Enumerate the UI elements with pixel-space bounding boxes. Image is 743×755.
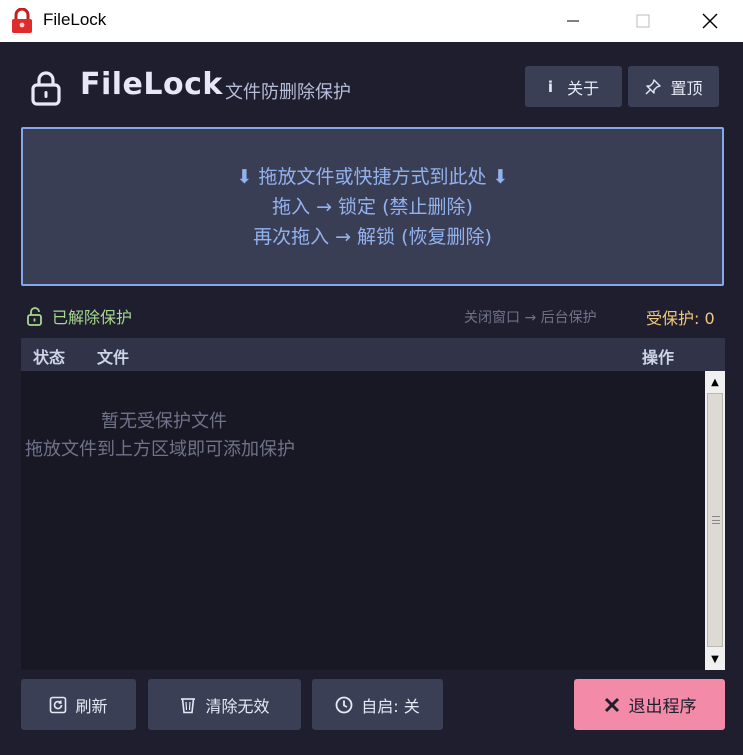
refresh-label: 刷新 (75, 696, 108, 716)
pin-icon (645, 78, 662, 94)
quit-button[interactable]: 退出程序 (574, 679, 725, 730)
protection-status: 已解除保护 (26, 304, 132, 328)
app-lock-icon (12, 8, 32, 33)
column-file: 文件 (97, 348, 130, 367)
grip-icon (712, 516, 720, 524)
app-title: FileLock (80, 67, 223, 102)
quit-label: 退出程序 (628, 697, 697, 717)
autostart-label: 自启: 关 (361, 696, 420, 716)
title-bar: FileLock (0, 0, 743, 42)
scroll-up-arrow-icon[interactable]: ▲ (705, 373, 725, 391)
empty-message: 暂无受保护文件 (101, 411, 227, 432)
minimize-icon (567, 20, 579, 22)
clean-invalid-label: 清除无效 (205, 696, 270, 716)
scrollbar-thumb[interactable] (707, 393, 723, 647)
lock-icon (31, 71, 61, 106)
protection-status-label: 已解除保护 (52, 308, 133, 327)
drop-zone-line-1: ⬇ 拖放文件或快捷方式到此处 ⬇ (236, 165, 509, 188)
column-actions: 操作 (642, 348, 675, 367)
pin-button[interactable]: 置顶 (628, 66, 719, 107)
about-label: 关于 (567, 78, 600, 98)
minimize-button[interactable] (538, 0, 608, 42)
app-subtitle: 文件防删除保护 (225, 82, 351, 103)
close-button[interactable] (676, 0, 743, 42)
info-icon: i (547, 77, 554, 96)
maximize-icon (636, 14, 650, 28)
autostart-toggle-button[interactable]: 自启: 关 (312, 679, 443, 730)
refresh-icon (50, 696, 67, 713)
trash-icon (181, 697, 196, 713)
clock-icon (335, 696, 353, 713)
file-list-scrollbar[interactable]: ▲ ▼ (705, 371, 725, 670)
status-row: 已解除保护 关闭窗口 → 后台保护 受保护: 0 (0, 302, 743, 330)
x-icon (604, 697, 619, 712)
drop-zone-line-3: 再次拖入 → 解锁 (恢复删除) (253, 225, 492, 248)
column-status: 状态 (33, 348, 66, 367)
refresh-button[interactable]: 刷新 (21, 679, 136, 730)
maximize-button[interactable] (608, 0, 678, 42)
drop-zone[interactable]: ⬇ 拖放文件或快捷方式到此处 ⬇ 拖入 → 锁定 (禁止删除) 再次拖入 → 解… (21, 127, 724, 286)
table-header: 状态 文件 操作 (21, 338, 725, 371)
empty-hint: 拖放文件到上方区域即可添加保护 (25, 439, 295, 460)
file-list[interactable]: 暂无受保护文件 拖放文件到上方区域即可添加保护 (21, 371, 705, 670)
window-title: FileLock (43, 10, 107, 29)
about-button[interactable]: i 关于 (525, 66, 622, 107)
scroll-down-arrow-icon[interactable]: ▼ (705, 650, 725, 668)
drop-zone-line-2: 拖入 → 锁定 (禁止删除) (272, 195, 473, 218)
clean-invalid-button[interactable]: 清除无效 (148, 679, 301, 730)
unlock-icon (27, 307, 42, 326)
protected-count: 受保护: 0 (646, 309, 715, 328)
background-hint: 关闭窗口 → 后台保护 (464, 310, 597, 326)
pin-label: 置顶 (670, 78, 703, 98)
close-icon (702, 13, 717, 29)
